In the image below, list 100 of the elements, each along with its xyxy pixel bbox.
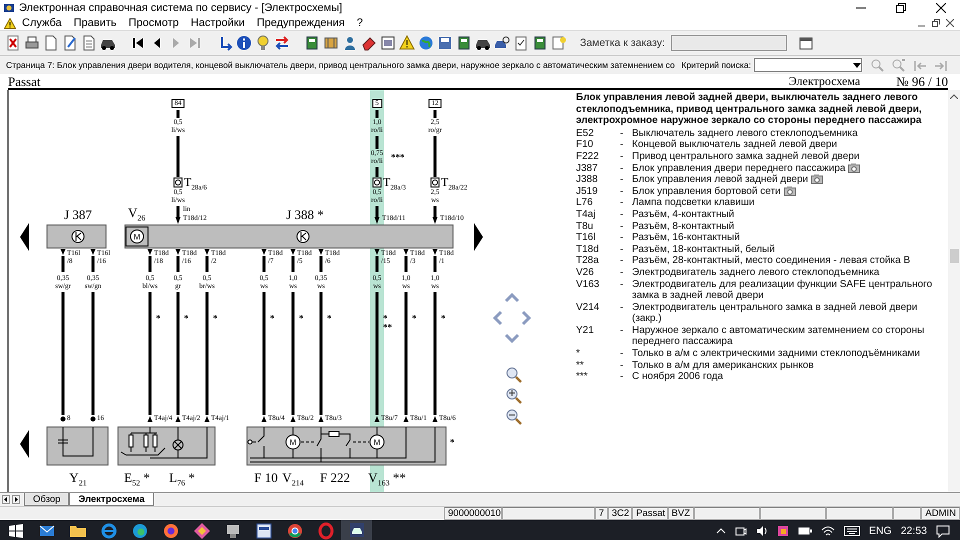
menu-item[interactable]: Предупреждения (250, 17, 351, 29)
zoom-icon[interactable] (506, 368, 522, 383)
window-icon[interactable] (380, 35, 396, 51)
page-left-arrow[interactable] (20, 223, 29, 251)
person-icon[interactable] (342, 35, 358, 51)
pin-arrow-icon (404, 249, 408, 255)
legend-code: T4aj (576, 208, 596, 221)
browser-icon (130, 522, 148, 540)
first-page-icon[interactable] (130, 35, 146, 51)
pan-up-icon[interactable] (504, 292, 520, 302)
legend-dash: - (620, 197, 624, 209)
legend-code: V26 (576, 266, 595, 278)
search-criteria-dropdown[interactable] (754, 58, 862, 72)
tab[interactable]: Обзор (24, 493, 70, 506)
clock[interactable]: 22:53 (900, 525, 927, 537)
page-right-arrow[interactable] (474, 223, 483, 251)
menu-item[interactable]: ? (350, 17, 369, 29)
switch-circuit-drawing (120, 426, 166, 456)
book-icon[interactable] (304, 35, 320, 51)
chevron-up-icon[interactable] (716, 528, 726, 534)
pin-arrow-icon (204, 249, 210, 255)
tab[interactable]: Электросхема (69, 493, 154, 506)
pin-arrow-icon (90, 249, 96, 255)
scroll-right-icon[interactable] (12, 495, 20, 504)
close-icon[interactable] (946, 19, 954, 27)
window-title: Электронная справочная система по сервису - [Электросхемы] (19, 2, 344, 14)
control-unit-box (46, 224, 106, 248)
diamond-icon (192, 522, 210, 540)
menu-item[interactable]: Править (68, 17, 123, 29)
motor-symbol: M (126, 226, 148, 246)
legend-code: J387 (576, 162, 599, 174)
camera-icon[interactable] (734, 525, 747, 537)
swap-arrows-icon[interactable] (274, 35, 290, 51)
pin-arrow-icon (176, 249, 180, 255)
scrollbar[interactable] (948, 90, 960, 492)
battery-icon[interactable] (798, 526, 812, 536)
pin-arrow-icon (432, 249, 438, 255)
component-label: V$_{214}$ (282, 471, 304, 488)
notepad-icon[interactable] (798, 35, 814, 51)
close-icon[interactable] (936, 3, 946, 13)
language-indicator[interactable]: ENG (868, 525, 892, 537)
book-icon[interactable] (532, 35, 548, 51)
warning-icon (4, 18, 16, 28)
globe-icon[interactable] (418, 35, 434, 51)
document-icon[interactable] (81, 35, 97, 51)
car-search-icon[interactable] (494, 35, 510, 51)
car-button[interactable] (341, 520, 372, 540)
menu-item[interactable]: Служба (16, 17, 68, 29)
note-icon[interactable] (551, 35, 567, 51)
edit-page-icon[interactable] (62, 35, 78, 51)
car-icon (348, 521, 366, 539)
status-cell: 9000000010 (444, 507, 502, 520)
pin-arrow-icon (176, 416, 180, 422)
scroll-up-icon[interactable] (950, 94, 958, 99)
component-label: E$_{52}$ * (124, 471, 150, 488)
legend-text: Разъём, 8-контактный (632, 220, 734, 232)
checklist-icon[interactable] (513, 35, 529, 51)
speaker-icon[interactable] (756, 525, 768, 537)
lamp-symbol-icon (172, 426, 184, 458)
eraser-icon[interactable] (361, 35, 377, 51)
wifi-icon[interactable] (820, 525, 835, 537)
legend-dash: - (620, 128, 624, 140)
note-field[interactable] (670, 35, 787, 51)
notification-icon[interactable] (936, 524, 950, 538)
note-mark: * (184, 314, 188, 323)
legend-dash: - (620, 150, 624, 163)
status-cell (892, 507, 922, 520)
zoom-in-icon[interactable] (506, 388, 522, 404)
printer-icon[interactable] (24, 35, 40, 51)
pin-arrow-icon (148, 416, 152, 422)
exit-icon[interactable] (5, 35, 21, 51)
page-icon[interactable] (43, 35, 59, 51)
terminal-dot-icon (60, 416, 66, 422)
legend-text: Привод центрального замка задней левой двери (632, 150, 860, 162)
start-icon[interactable] (8, 524, 22, 538)
component-label: F 10 (254, 471, 278, 484)
status-cell (826, 507, 893, 520)
restore-icon[interactable] (896, 3, 906, 13)
menu-item[interactable]: Настройки (184, 17, 251, 29)
scrollbar-thumb[interactable] (950, 249, 958, 263)
legend-text: Только в а/м для американских рынков (632, 360, 814, 371)
pan-right-icon[interactable] (522, 310, 532, 326)
zoom-out-icon[interactable] (506, 410, 522, 425)
book-icon[interactable] (456, 35, 472, 51)
legend-text: Разъём, 28-контактный, место соединения - левая стойка B (632, 255, 910, 266)
warning-icon[interactable] (399, 35, 415, 51)
browser-icon (316, 522, 334, 540)
legend-text: Наружное зеркало с автоматическим затемнением со стороны переднего пассажира (632, 324, 924, 348)
legend-dash: - (620, 174, 624, 186)
app-tray-icon[interactable] (776, 525, 789, 537)
scroll-left-icon[interactable] (2, 495, 10, 504)
bulb-icon[interactable] (255, 35, 271, 51)
pan-left-icon[interactable] (492, 310, 502, 326)
module-icon[interactable] (323, 35, 339, 51)
info-icon[interactable] (236, 35, 252, 51)
restore-icon[interactable] (932, 19, 940, 27)
pan-down-icon[interactable] (504, 334, 520, 344)
menu-item[interactable]: Просмотр (122, 17, 185, 29)
keyboard-icon[interactable] (844, 526, 860, 536)
page-left-arrow[interactable] (20, 430, 29, 458)
